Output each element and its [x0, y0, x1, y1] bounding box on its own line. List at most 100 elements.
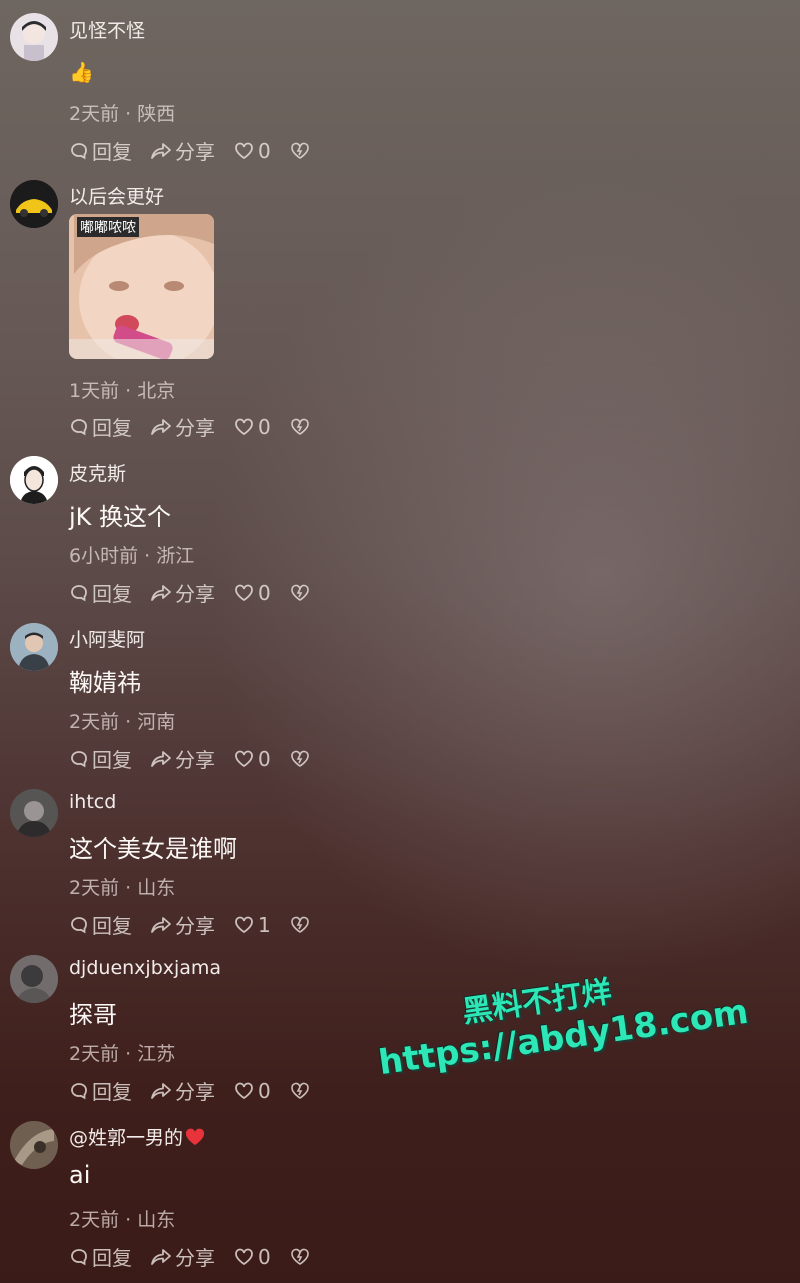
like-button[interactable]: 0: [233, 1245, 271, 1269]
comment-location: 江苏: [137, 1043, 176, 1065]
broken-heart-icon: [290, 916, 309, 933]
share-icon: [151, 750, 171, 767]
share-button[interactable]: 分享: [150, 136, 215, 165]
username[interactable]: 以后会更好: [69, 182, 164, 209]
comment-meta: 2天前 · 山东: [69, 873, 175, 900]
avatar[interactable]: [10, 623, 58, 671]
comment-location: 浙江: [156, 545, 195, 567]
username[interactable]: djduenxjbxjama: [69, 957, 221, 979]
comment-location: 山东: [137, 877, 176, 899]
dislike-button[interactable]: [289, 1247, 314, 1267]
broken-heart-icon: [290, 584, 309, 601]
share-button[interactable]: 分享: [150, 578, 215, 607]
comment-location: 山东: [137, 1209, 176, 1231]
dislike-button[interactable]: [289, 141, 314, 161]
reply-label: 回复: [92, 748, 132, 772]
comment-time: 2天前: [69, 103, 120, 125]
share-button[interactable]: 分享: [150, 412, 215, 441]
username[interactable]: 见怪不怪: [69, 16, 145, 43]
like-button[interactable]: 0: [233, 415, 271, 439]
like-button[interactable]: 0: [233, 747, 271, 771]
comment-meta: 2天前 · 山东: [69, 1205, 175, 1232]
dislike-button[interactable]: [289, 749, 314, 769]
reply-button[interactable]: 回复: [69, 1242, 132, 1271]
share-label: 分享: [175, 1080, 215, 1104]
reply-label: 回复: [92, 140, 132, 164]
comment-text: 探哥: [69, 1001, 117, 1029]
comment-text: jK 换这个: [69, 503, 172, 531]
reply-button[interactable]: 回复: [69, 578, 132, 607]
username[interactable]: 皮克斯: [69, 459, 126, 486]
comment-actions: 回复 分享 1: [69, 910, 332, 939]
avatar[interactable]: [10, 955, 58, 1003]
comment-location: 河南: [137, 711, 176, 733]
reply-button[interactable]: 回复: [69, 910, 132, 939]
reply-button[interactable]: 回复: [69, 136, 132, 165]
reply-label: 回复: [92, 582, 132, 606]
username[interactable]: ihtcd: [69, 791, 116, 813]
comment-time: 2天前: [69, 1043, 120, 1065]
broken-heart-icon: [290, 1082, 309, 1099]
comment-sticker[interactable]: 嘟嘟哝哝: [69, 214, 214, 359]
reply-button[interactable]: 回复: [69, 412, 132, 441]
share-label: 分享: [175, 914, 215, 938]
comment-text: ai: [69, 1161, 91, 1189]
comment-time: 2天前: [69, 1209, 120, 1231]
comment-actions: 回复 分享 0: [69, 412, 332, 441]
like-button[interactable]: 0: [233, 581, 271, 605]
username[interactable]: @姓郭一男的: [69, 1123, 206, 1150]
comment-text: 👍: [69, 60, 94, 84]
heart-icon: [235, 1082, 253, 1099]
like-count: 0: [258, 580, 271, 605]
reply-button[interactable]: 回复: [69, 744, 132, 773]
like-count: 0: [258, 746, 271, 771]
separator: ·: [125, 877, 132, 899]
share-label: 分享: [175, 748, 215, 772]
separator: ·: [125, 380, 132, 402]
dislike-button[interactable]: [289, 417, 314, 437]
dislike-button[interactable]: [289, 583, 314, 603]
share-button[interactable]: 分享: [150, 1076, 215, 1105]
like-count: 0: [258, 414, 271, 439]
avatar[interactable]: [10, 1121, 58, 1169]
share-label: 分享: [175, 1246, 215, 1270]
avatar[interactable]: [10, 13, 58, 61]
comment-actions: 回复 分享 0: [69, 578, 332, 607]
avatar[interactable]: [10, 456, 58, 504]
reply-button[interactable]: 回复: [69, 1076, 132, 1105]
red-heart-icon: [185, 1128, 205, 1145]
dislike-button[interactable]: [289, 1081, 314, 1101]
comment-location: 陕西: [137, 103, 176, 125]
dislike-button[interactable]: [289, 915, 314, 935]
reply-label: 回复: [92, 914, 132, 938]
share-label: 分享: [175, 140, 215, 164]
separator: ·: [144, 545, 151, 567]
share-button[interactable]: 分享: [150, 910, 215, 939]
share-icon: [151, 142, 171, 159]
avatar[interactable]: [10, 180, 58, 228]
comment-time: 1天前: [69, 380, 120, 402]
reply-icon: [71, 1082, 87, 1099]
share-icon: [151, 418, 171, 435]
share-button[interactable]: 分享: [150, 1242, 215, 1271]
like-count: 1: [258, 912, 271, 937]
like-button[interactable]: 1: [233, 913, 271, 937]
reply-icon: [71, 584, 87, 601]
share-button[interactable]: 分享: [150, 744, 215, 773]
username-text: @姓郭一男的: [69, 1127, 184, 1149]
comment-time: 2天前: [69, 711, 120, 733]
comment-actions: 回复 分享 0: [69, 1242, 332, 1271]
broken-heart-icon: [290, 750, 309, 767]
reply-icon: [71, 1248, 87, 1265]
like-button[interactable]: 0: [233, 139, 271, 163]
comment-actions: 回复 分享 0: [69, 1076, 332, 1105]
comment-time: 2天前: [69, 877, 120, 899]
separator: ·: [125, 1043, 132, 1065]
broken-heart-icon: [290, 418, 309, 435]
avatar[interactable]: [10, 789, 58, 837]
like-button[interactable]: 0: [233, 1079, 271, 1103]
username[interactable]: 小阿斐阿: [69, 625, 145, 652]
comment-text: 鞠婧祎: [69, 669, 141, 697]
share-label: 分享: [175, 416, 215, 440]
comment-actions: 回复 分享 0: [69, 744, 332, 773]
